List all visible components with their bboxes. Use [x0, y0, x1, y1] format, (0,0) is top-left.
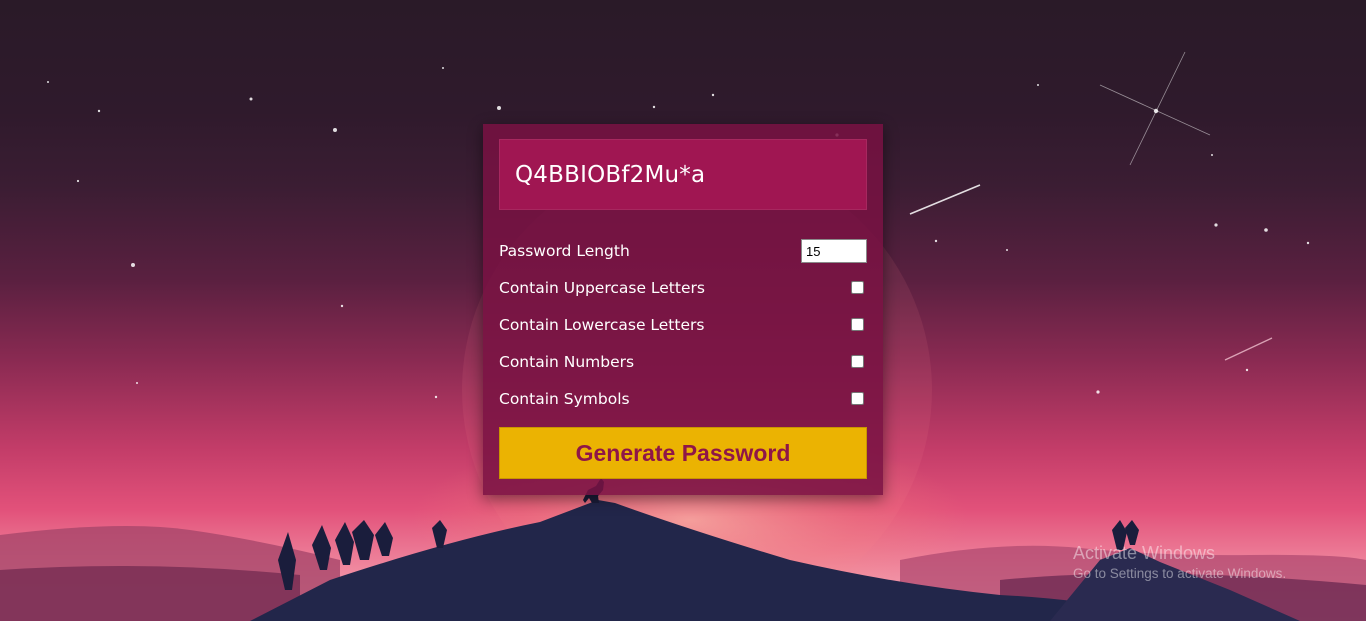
watermark-subtitle: Go to Settings to activate Windows. [1073, 566, 1287, 581]
option-lowercase: Contain Lowercase Letters [499, 313, 867, 337]
generate-password-button[interactable]: Generate Password [499, 427, 867, 479]
numbers-checkbox[interactable] [851, 355, 864, 368]
password-generator-card: Q4BBIOBf2Mu*a Password Length Contain Up… [483, 124, 883, 495]
length-input[interactable] [801, 239, 867, 263]
watermark-title: Activate Windows [1073, 543, 1216, 563]
option-uppercase: Contain Uppercase Letters [499, 276, 867, 300]
symbols-checkbox[interactable] [851, 392, 864, 405]
lowercase-checkbox[interactable] [851, 318, 864, 331]
length-row: Password Length [499, 239, 867, 263]
password-display[interactable]: Q4BBIOBf2Mu*a [499, 139, 867, 210]
option-symbols: Contain Symbols [499, 387, 867, 411]
symbols-label: Contain Symbols [499, 390, 630, 408]
activate-windows-watermark: Activate Windows Go to Settings to activ… [1073, 542, 1286, 584]
uppercase-label: Contain Uppercase Letters [499, 279, 705, 297]
option-numbers: Contain Numbers [499, 350, 867, 374]
lowercase-label: Contain Lowercase Letters [499, 316, 705, 334]
length-label: Password Length [499, 242, 630, 260]
numbers-label: Contain Numbers [499, 353, 635, 371]
uppercase-checkbox[interactable] [851, 281, 864, 294]
